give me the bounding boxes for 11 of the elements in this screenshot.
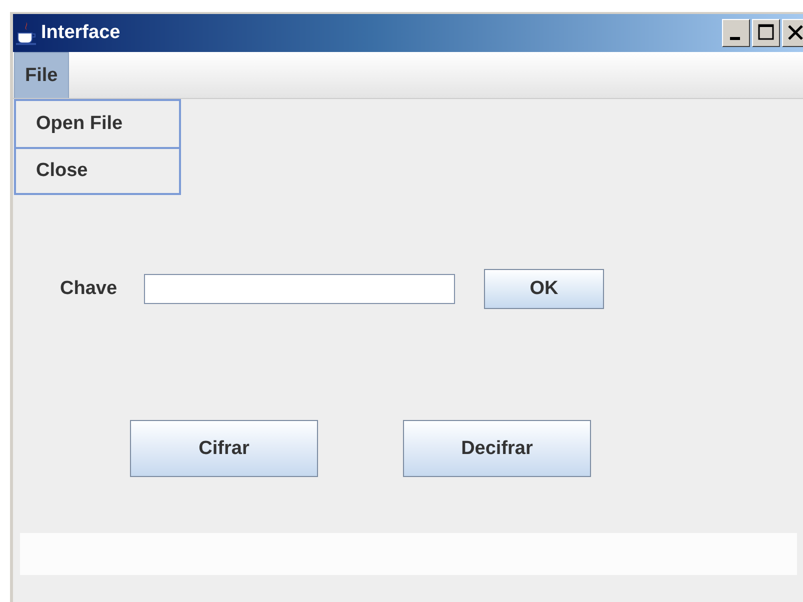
window-title: Interface	[41, 22, 120, 44]
ok-button[interactable]: OK	[484, 269, 604, 309]
key-label: Chave	[60, 278, 118, 300]
key-field[interactable]	[144, 274, 456, 304]
action-button[interactable]: Decifrar	[403, 420, 591, 477]
coffee-cup-icon	[15, 20, 37, 46]
close-icon[interactable]	[782, 19, 803, 47]
action-button[interactable]: Cifrar	[130, 420, 318, 477]
menu[interactable]: File	[14, 52, 69, 98]
maximize-icon[interactable]	[752, 19, 780, 47]
minimize-icon[interactable]	[722, 19, 750, 47]
